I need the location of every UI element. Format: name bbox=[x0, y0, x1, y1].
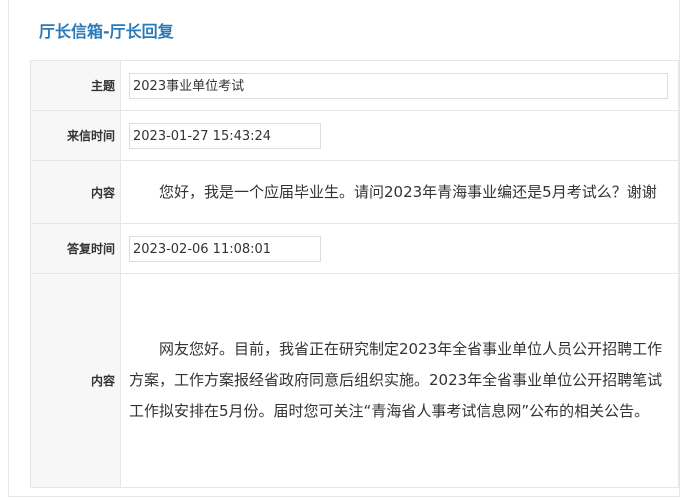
page-title: 厅长信箱-厅长回复 bbox=[39, 22, 174, 41]
sent-time-field: 2023-01-27 15:43:24 bbox=[129, 122, 321, 149]
sent-time-label: 来信时间 bbox=[30, 110, 121, 161]
subject-cell: 2023事业单位考试 bbox=[120, 60, 679, 111]
reply-content-row: 内容 网友您好。目前，我省正在研究制定2023年全省事业单位人员公开招聘工作方案… bbox=[30, 273, 679, 488]
sent-time-cell: 2023-01-27 15:43:24 bbox=[120, 110, 679, 161]
reply-content-label: 内容 bbox=[30, 273, 121, 488]
subject-label: 主题 bbox=[30, 60, 121, 111]
letter-content-row: 内容 您好，我是一个应届毕业生。请问2023年青海事业编还是5月考试么？谢谢 bbox=[30, 160, 679, 224]
mailbox-detail-table: 主题 2023事业单位考试 来信时间 2023-01-27 15:43:24 内… bbox=[30, 60, 679, 488]
reply-content-cell: 网友您好。目前，我省正在研究制定2023年全省事业单位人员公开招聘工作方案，工作… bbox=[120, 273, 679, 488]
reply-time-label: 答复时间 bbox=[30, 223, 121, 274]
letter-content-label: 内容 bbox=[30, 160, 121, 224]
letter-content-cell: 您好，我是一个应届毕业生。请问2023年青海事业编还是5月考试么？谢谢 bbox=[120, 160, 679, 224]
reply-content-text: 网友您好。目前，我省正在研究制定2023年全省事业单位人员公开招聘工作方案，工作… bbox=[129, 340, 663, 420]
letter-content-text: 您好，我是一个应届毕业生。请问2023年青海事业编还是5月考试么？谢谢 bbox=[159, 182, 657, 201]
reply-time-field: 2023-02-06 11:08:01 bbox=[129, 235, 321, 262]
sent-time-row: 来信时间 2023-01-27 15:43:24 bbox=[30, 110, 679, 161]
subject-row: 主题 2023事业单位考试 bbox=[30, 60, 679, 111]
reply-time-row: 答复时间 2023-02-06 11:08:01 bbox=[30, 223, 679, 274]
subject-field: 2023事业单位考试 bbox=[129, 72, 668, 99]
reply-time-cell: 2023-02-06 11:08:01 bbox=[120, 223, 679, 274]
